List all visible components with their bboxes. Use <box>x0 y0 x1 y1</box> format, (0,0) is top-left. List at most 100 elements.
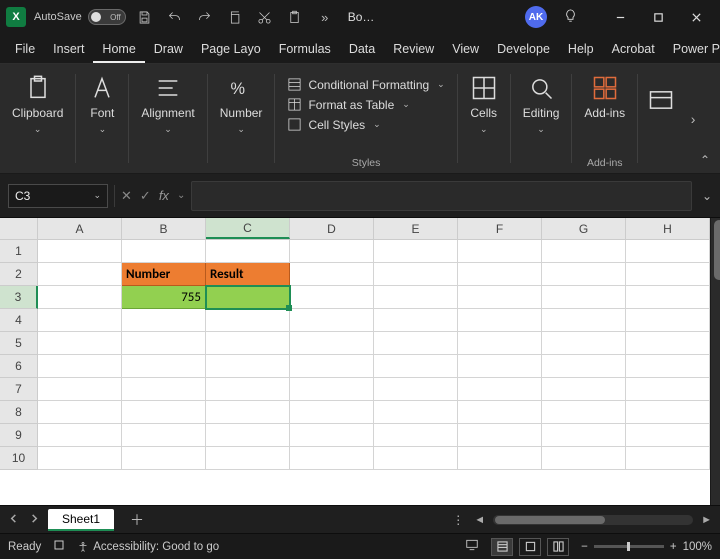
menu-tab-acrobat[interactable]: Acrobat <box>603 38 664 63</box>
cell-F4[interactable] <box>458 309 542 332</box>
cell-B4[interactable] <box>122 309 206 332</box>
cell-styles-button[interactable]: Cell Styles ⌄ <box>283 116 448 133</box>
menu-tab-home[interactable]: Home <box>93 38 144 63</box>
toggle-switch[interactable]: Off <box>88 9 126 25</box>
vertical-scrollbar[interactable] <box>710 218 720 505</box>
cell-A10[interactable] <box>38 447 122 470</box>
cell-B8[interactable] <box>122 401 206 424</box>
cell-F10[interactable] <box>458 447 542 470</box>
sheet-tab-active[interactable]: Sheet1 <box>48 509 114 531</box>
font-button[interactable]: Font ⌄ <box>84 72 120 137</box>
cell-F3[interactable] <box>458 286 542 309</box>
column-header[interactable]: D <box>290 218 374 239</box>
cell-B6[interactable] <box>122 355 206 378</box>
cell-F9[interactable] <box>458 424 542 447</box>
row-header[interactable]: 6 <box>0 355 38 378</box>
cell-D4[interactable] <box>290 309 374 332</box>
menu-tab-develope[interactable]: Develope <box>488 38 559 63</box>
cell-E3[interactable] <box>374 286 458 309</box>
paste-icon[interactable] <box>284 6 306 28</box>
chevron-down-icon[interactable]: ⌄ <box>93 190 101 201</box>
row-header[interactable]: 9 <box>0 424 38 447</box>
page-break-view-button[interactable] <box>547 538 569 556</box>
row-header[interactable]: 5 <box>0 332 38 355</box>
alignment-button[interactable]: Alignment ⌄ <box>137 72 198 137</box>
cell-D2[interactable] <box>290 263 374 286</box>
column-header[interactable]: B <box>122 218 206 239</box>
addins-button[interactable]: Add-ins <box>580 72 629 122</box>
zoom-level[interactable]: 100% <box>683 541 712 553</box>
cell-C4[interactable] <box>206 309 290 332</box>
page-layout-view-button[interactable] <box>519 538 541 556</box>
enter-formula-icon[interactable]: ✓ <box>140 188 151 204</box>
row-header[interactable]: 4 <box>0 309 38 332</box>
cell-A6[interactable] <box>38 355 122 378</box>
cell-A8[interactable] <box>38 401 122 424</box>
cell-H2[interactable] <box>626 263 710 286</box>
cell-C9[interactable] <box>206 424 290 447</box>
cell-H10[interactable] <box>626 447 710 470</box>
cell-A1[interactable] <box>38 240 122 263</box>
cell-G8[interactable] <box>542 401 626 424</box>
cut-icon[interactable] <box>254 6 276 28</box>
horizontal-scrollbar[interactable] <box>493 515 693 525</box>
accessibility-status[interactable]: Accessibility: Good to go <box>77 541 219 553</box>
cell-F5[interactable] <box>458 332 542 355</box>
sheet-nav-next-icon[interactable] <box>29 513 40 527</box>
cell-D6[interactable] <box>290 355 374 378</box>
cell-A4[interactable] <box>38 309 122 332</box>
menu-tab-view[interactable]: View <box>443 38 488 63</box>
cell-D5[interactable] <box>290 332 374 355</box>
cell-D3[interactable] <box>290 286 374 309</box>
column-header[interactable]: G <box>542 218 626 239</box>
cell-H9[interactable] <box>626 424 710 447</box>
cell-H8[interactable] <box>626 401 710 424</box>
cell-B9[interactable] <box>122 424 206 447</box>
column-header[interactable]: H <box>626 218 710 239</box>
cell-G3[interactable] <box>542 286 626 309</box>
fx-icon[interactable]: fx <box>159 188 169 203</box>
conditional-formatting-button[interactable]: Conditional Formatting ⌄ <box>283 76 448 93</box>
sheet-nav-prev-icon[interactable] <box>8 513 19 527</box>
cell-G9[interactable] <box>542 424 626 447</box>
cell-C1[interactable] <box>206 240 290 263</box>
cell-E2[interactable] <box>374 263 458 286</box>
cell-E7[interactable] <box>374 378 458 401</box>
macro-record-icon[interactable] <box>53 539 65 554</box>
cell-D10[interactable] <box>290 447 374 470</box>
cells-button[interactable]: Cells ⌄ <box>466 72 502 137</box>
cell-E5[interactable] <box>374 332 458 355</box>
cell-G10[interactable] <box>542 447 626 470</box>
cell-G2[interactable] <box>542 263 626 286</box>
name-box[interactable]: C3 ⌄ <box>8 184 108 208</box>
cell-E1[interactable] <box>374 240 458 263</box>
row-header[interactable]: 7 <box>0 378 38 401</box>
cell-H3[interactable] <box>626 286 710 309</box>
menu-tab-formulas[interactable]: Formulas <box>270 38 340 63</box>
cell-D7[interactable] <box>290 378 374 401</box>
cell-E8[interactable] <box>374 401 458 424</box>
column-header[interactable]: E <box>374 218 458 239</box>
cell-C6[interactable] <box>206 355 290 378</box>
cell-B2[interactable]: Number <box>122 263 206 286</box>
close-button[interactable] <box>678 3 714 31</box>
formula-input[interactable] <box>191 181 692 211</box>
cell-E10[interactable] <box>374 447 458 470</box>
cell-A7[interactable] <box>38 378 122 401</box>
lightbulb-icon[interactable] <box>563 8 578 26</box>
cell-B10[interactable] <box>122 447 206 470</box>
autosave-toggle[interactable]: AutoSave Off <box>34 9 126 25</box>
select-all-corner[interactable] <box>0 218 38 239</box>
cell-G7[interactable] <box>542 378 626 401</box>
menu-tab-help[interactable]: Help <box>559 38 603 63</box>
zoom-in-button[interactable]: + <box>670 541 677 553</box>
cell-H5[interactable] <box>626 332 710 355</box>
undo-icon[interactable] <box>164 6 186 28</box>
collapse-ribbon-icon[interactable]: ⌃ <box>700 153 710 167</box>
row-header[interactable]: 3 <box>0 286 38 309</box>
ribbon-more-button[interactable] <box>646 84 676 116</box>
cell-C8[interactable] <box>206 401 290 424</box>
cell-G1[interactable] <box>542 240 626 263</box>
cell-B3[interactable]: 755 <box>122 286 206 309</box>
save-icon[interactable] <box>134 6 156 28</box>
